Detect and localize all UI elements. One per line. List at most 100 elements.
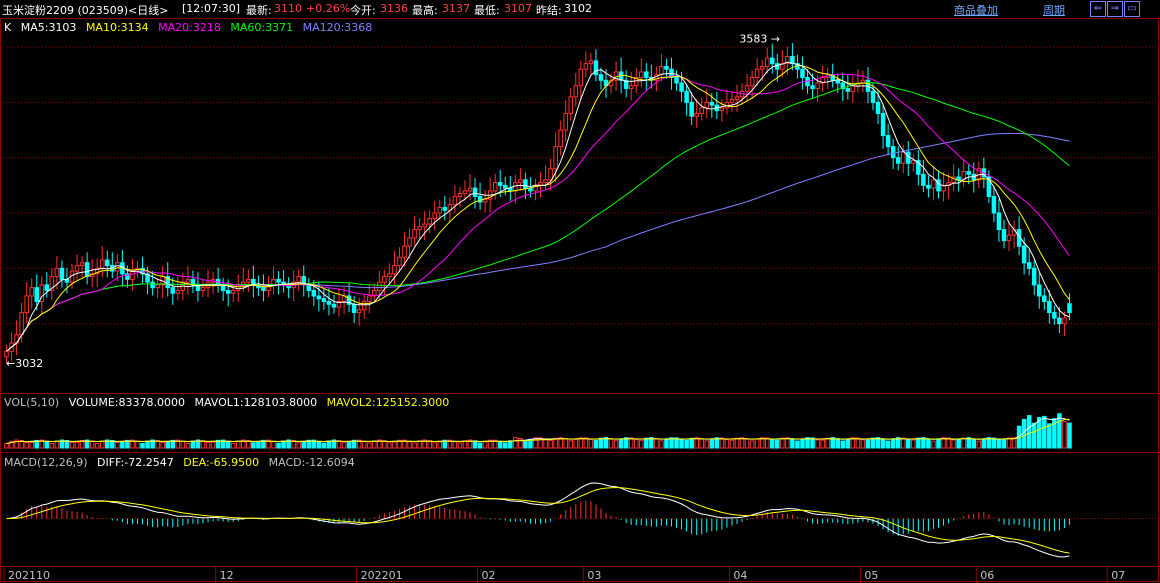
candle-body (729, 99, 735, 103)
volume-bar (69, 441, 75, 449)
candle-body (361, 301, 367, 311)
volume-bar (780, 437, 785, 449)
volume-bar (99, 440, 105, 449)
candle-body (885, 135, 891, 148)
candle-body (392, 265, 397, 275)
candle-body (880, 112, 886, 137)
ma5-line (6, 61, 1070, 352)
candle-body (1042, 295, 1047, 302)
volume-bar (115, 442, 120, 449)
candle-body (815, 82, 820, 90)
volume-bar (1001, 439, 1007, 449)
candle-body (598, 74, 604, 81)
volume-bar (744, 438, 750, 449)
volume-bar (54, 440, 60, 449)
candle-body (775, 63, 780, 70)
volume-bar (709, 438, 715, 449)
volume-bar (477, 442, 483, 449)
volume-bar (412, 442, 417, 449)
candle-body (835, 79, 841, 84)
candle-body (694, 112, 699, 117)
candle-body (34, 287, 40, 302)
volume-bar (387, 442, 392, 449)
volume-bar (654, 438, 659, 449)
volume-bar (971, 438, 977, 449)
kline-chart[interactable]: 3583 → ←3032 202110 12 202201 02 03 04 05 06 07 (0, 0, 1160, 583)
volume-bar (548, 439, 553, 449)
candle-body (870, 90, 876, 103)
candle-body (749, 76, 755, 87)
candle-body (84, 262, 90, 278)
candle-body (24, 295, 29, 314)
volume-bar (598, 437, 604, 449)
volume-bar (135, 440, 140, 449)
volume-bar (281, 440, 286, 449)
volume-bar (145, 440, 150, 449)
volume-bar (845, 438, 851, 449)
candle-body (543, 179, 548, 184)
volume-bar (462, 440, 468, 449)
volume-bar (160, 442, 165, 449)
volume-bar (976, 440, 982, 449)
candle-body (890, 146, 896, 159)
volume-bar (94, 442, 100, 449)
candle-body (911, 159, 916, 164)
candle-body (875, 101, 881, 114)
candle-body (306, 284, 312, 291)
volume-bar (1026, 415, 1032, 449)
ma60-line (6, 82, 1070, 352)
candle-body (29, 287, 34, 297)
candle-body (225, 289, 231, 294)
volume-bar (870, 437, 876, 449)
volume-bar (427, 440, 432, 449)
candle-body (699, 107, 704, 114)
candle-body (966, 171, 971, 175)
candle-body (402, 245, 407, 258)
candle-body (54, 267, 60, 278)
candle-body (800, 68, 805, 78)
volume-bar (825, 437, 830, 449)
candle-body (130, 270, 135, 280)
volume-bar (820, 439, 825, 449)
candle-body (397, 256, 402, 267)
candle-body (1057, 317, 1062, 325)
volume-bar (230, 442, 236, 449)
ma120-line (6, 132, 1070, 352)
volume-bar (815, 439, 820, 449)
volume-bar (991, 437, 997, 449)
x-tick-label: 02 (482, 569, 496, 582)
volume-bar (205, 442, 211, 449)
volume-bar (593, 439, 599, 449)
volume-bar (835, 438, 841, 449)
candle-body (926, 184, 931, 189)
volume-bar (639, 439, 644, 449)
volume-bar (659, 440, 664, 449)
candle-body (437, 206, 443, 214)
volume-bar (457, 442, 463, 449)
candle-body (296, 276, 301, 283)
candle-body (462, 190, 468, 195)
candle-body (1036, 284, 1042, 297)
volume-bar (764, 437, 770, 449)
volume-bar (946, 437, 951, 449)
volume-bar (880, 438, 886, 449)
volume-bar (704, 440, 710, 449)
volume-bar (256, 441, 261, 449)
volume-bar (916, 437, 921, 449)
volume-bar (754, 438, 760, 449)
volume-bar (951, 439, 956, 449)
candle-body (200, 287, 206, 291)
x-tick-label: 06 (980, 569, 994, 582)
volume-bar (482, 441, 488, 449)
volume-bar (372, 440, 377, 449)
volume-bar (432, 442, 437, 449)
candle-body (74, 265, 80, 272)
volume-bar (769, 439, 775, 449)
candle-body (246, 278, 251, 283)
x-tick-label: 202201 (361, 569, 403, 582)
candle-body (1026, 262, 1032, 269)
candle-body (19, 312, 24, 336)
x-tick-label: 04 (733, 569, 747, 582)
candle-body (759, 65, 765, 70)
volume-bar (497, 441, 503, 449)
